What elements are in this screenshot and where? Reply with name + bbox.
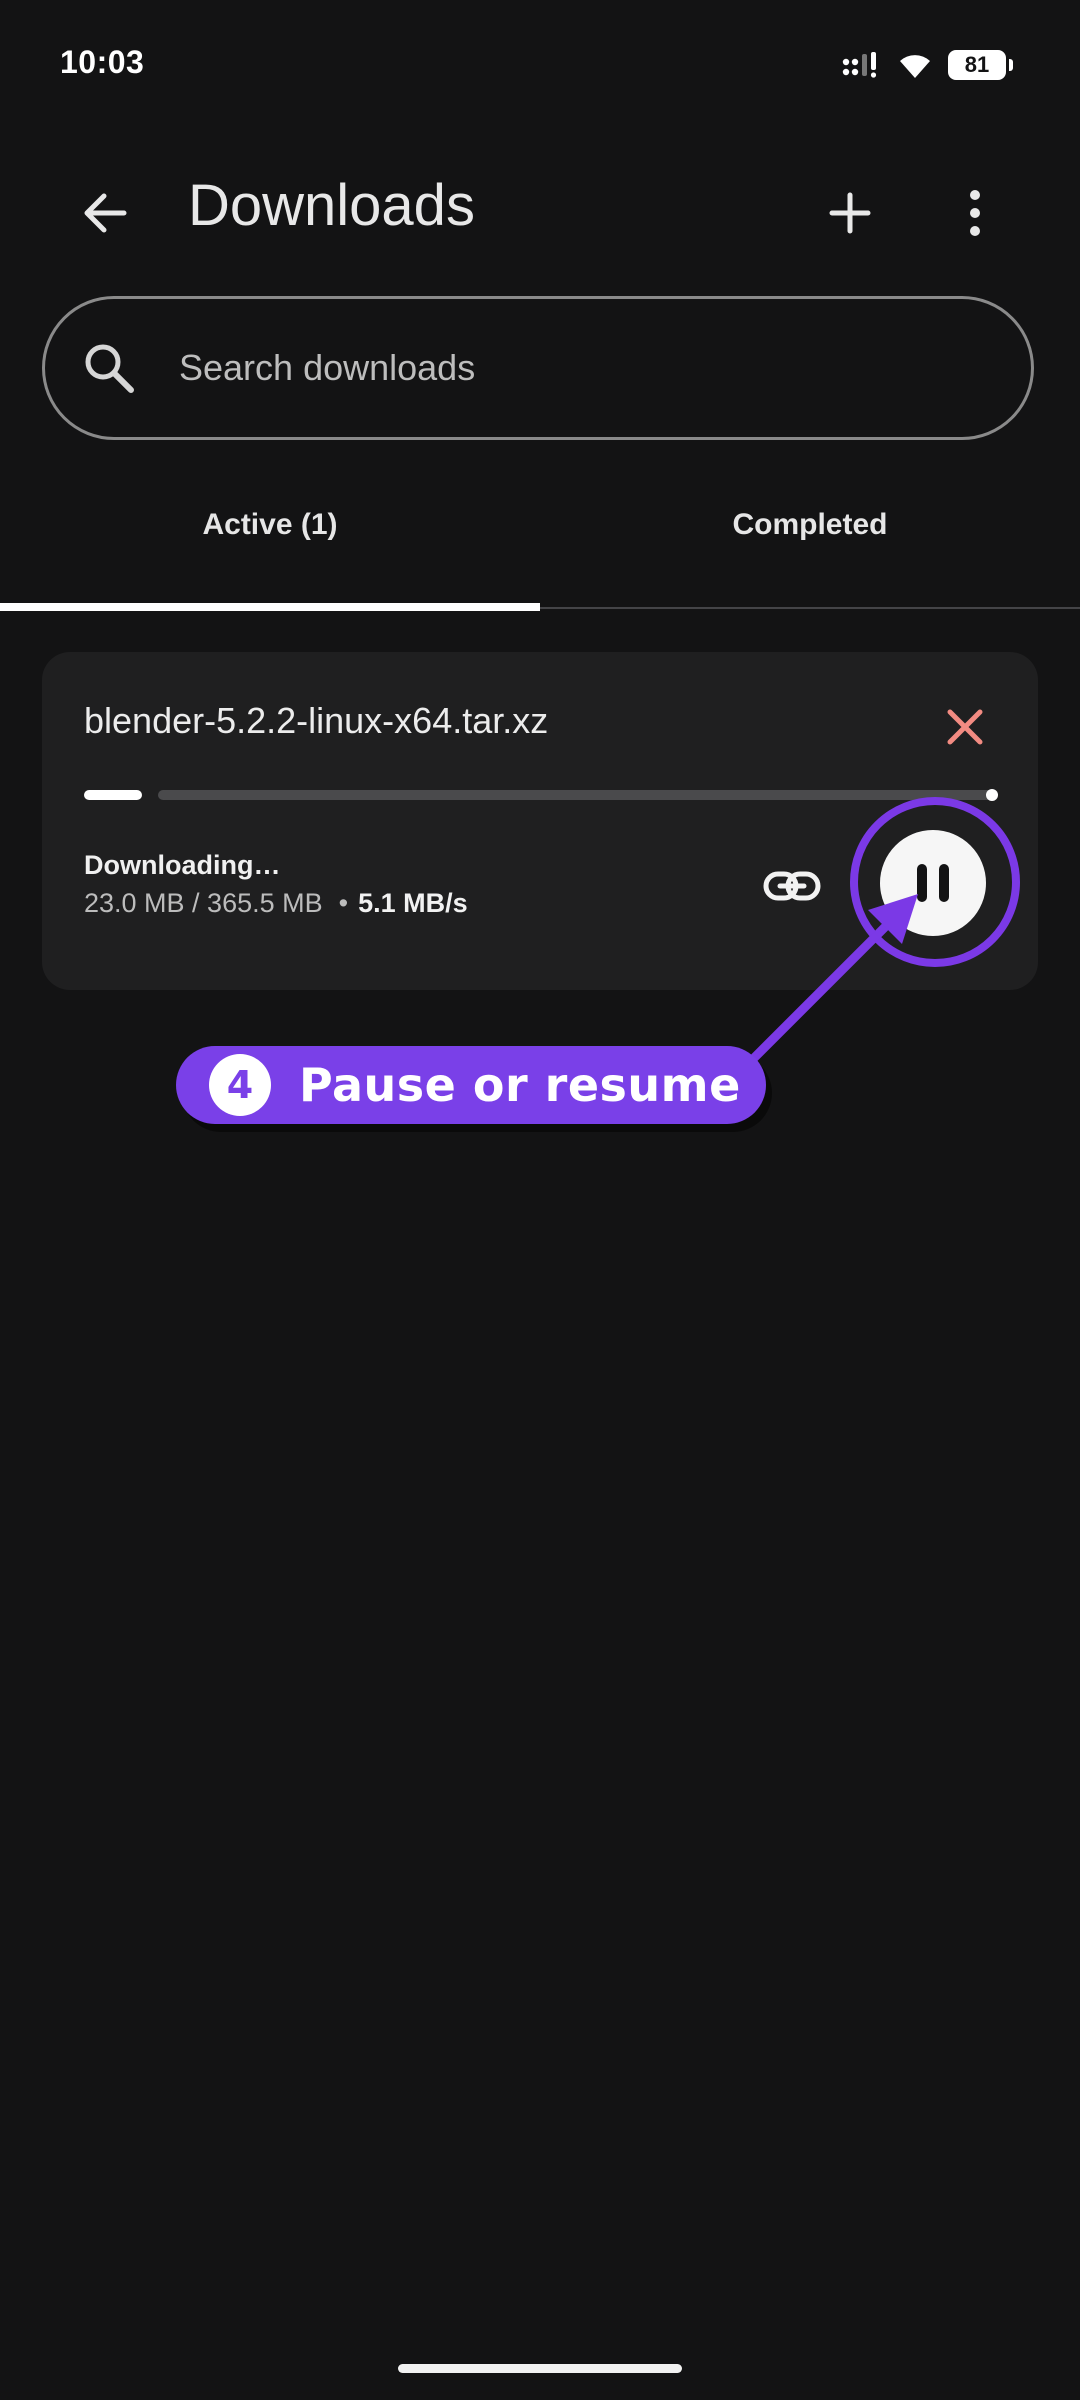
tab-indicator [0,603,540,611]
annotation-arrow-icon [747,894,918,1065]
tab-active-label: Active (1) [202,508,338,541]
status-icons: 81 [842,48,1013,82]
battery-icon: 81 [948,50,1013,80]
wifi-icon [900,55,930,78]
progress-end-dot [986,789,998,801]
download-details: 23.0 MB / 365.5 MB • 5.1 MB/s [84,888,468,919]
arrow-back-icon[interactable] [70,178,140,248]
home-indicator[interactable] [398,2364,682,2373]
download-status: Downloading… [84,850,281,880]
callout-label: Pause or resume [299,1058,741,1112]
battery-level: 81 [964,52,990,77]
search-input[interactable] [177,346,961,390]
plus-icon[interactable] [815,178,885,248]
close-icon[interactable] [934,696,996,758]
more-vert-icon[interactable] [940,178,1010,248]
search-icon [85,344,134,393]
annotation-callout: 4 Pause or resume [176,1046,766,1124]
progress-fill [84,790,142,800]
page-title: Downloads [188,173,475,238]
tab-completed-label: Completed [732,508,888,541]
file-name: blender-5.2.2-linux-x64.tar.xz [84,700,549,741]
search-bar[interactable] [42,296,1034,440]
step-badge: 4 [209,1054,271,1116]
status-time: 10:03 [60,44,145,80]
size-progress: 23.0 MB / 365.5 MB [84,888,323,918]
signal-icon [842,52,877,78]
tab-active[interactable]: Active (1) [0,508,540,608]
download-speed: 5.1 MB/s [358,888,468,918]
separator-dot: • [338,888,349,918]
tab-completed[interactable]: Completed [540,508,1080,608]
progress-track [158,790,998,800]
